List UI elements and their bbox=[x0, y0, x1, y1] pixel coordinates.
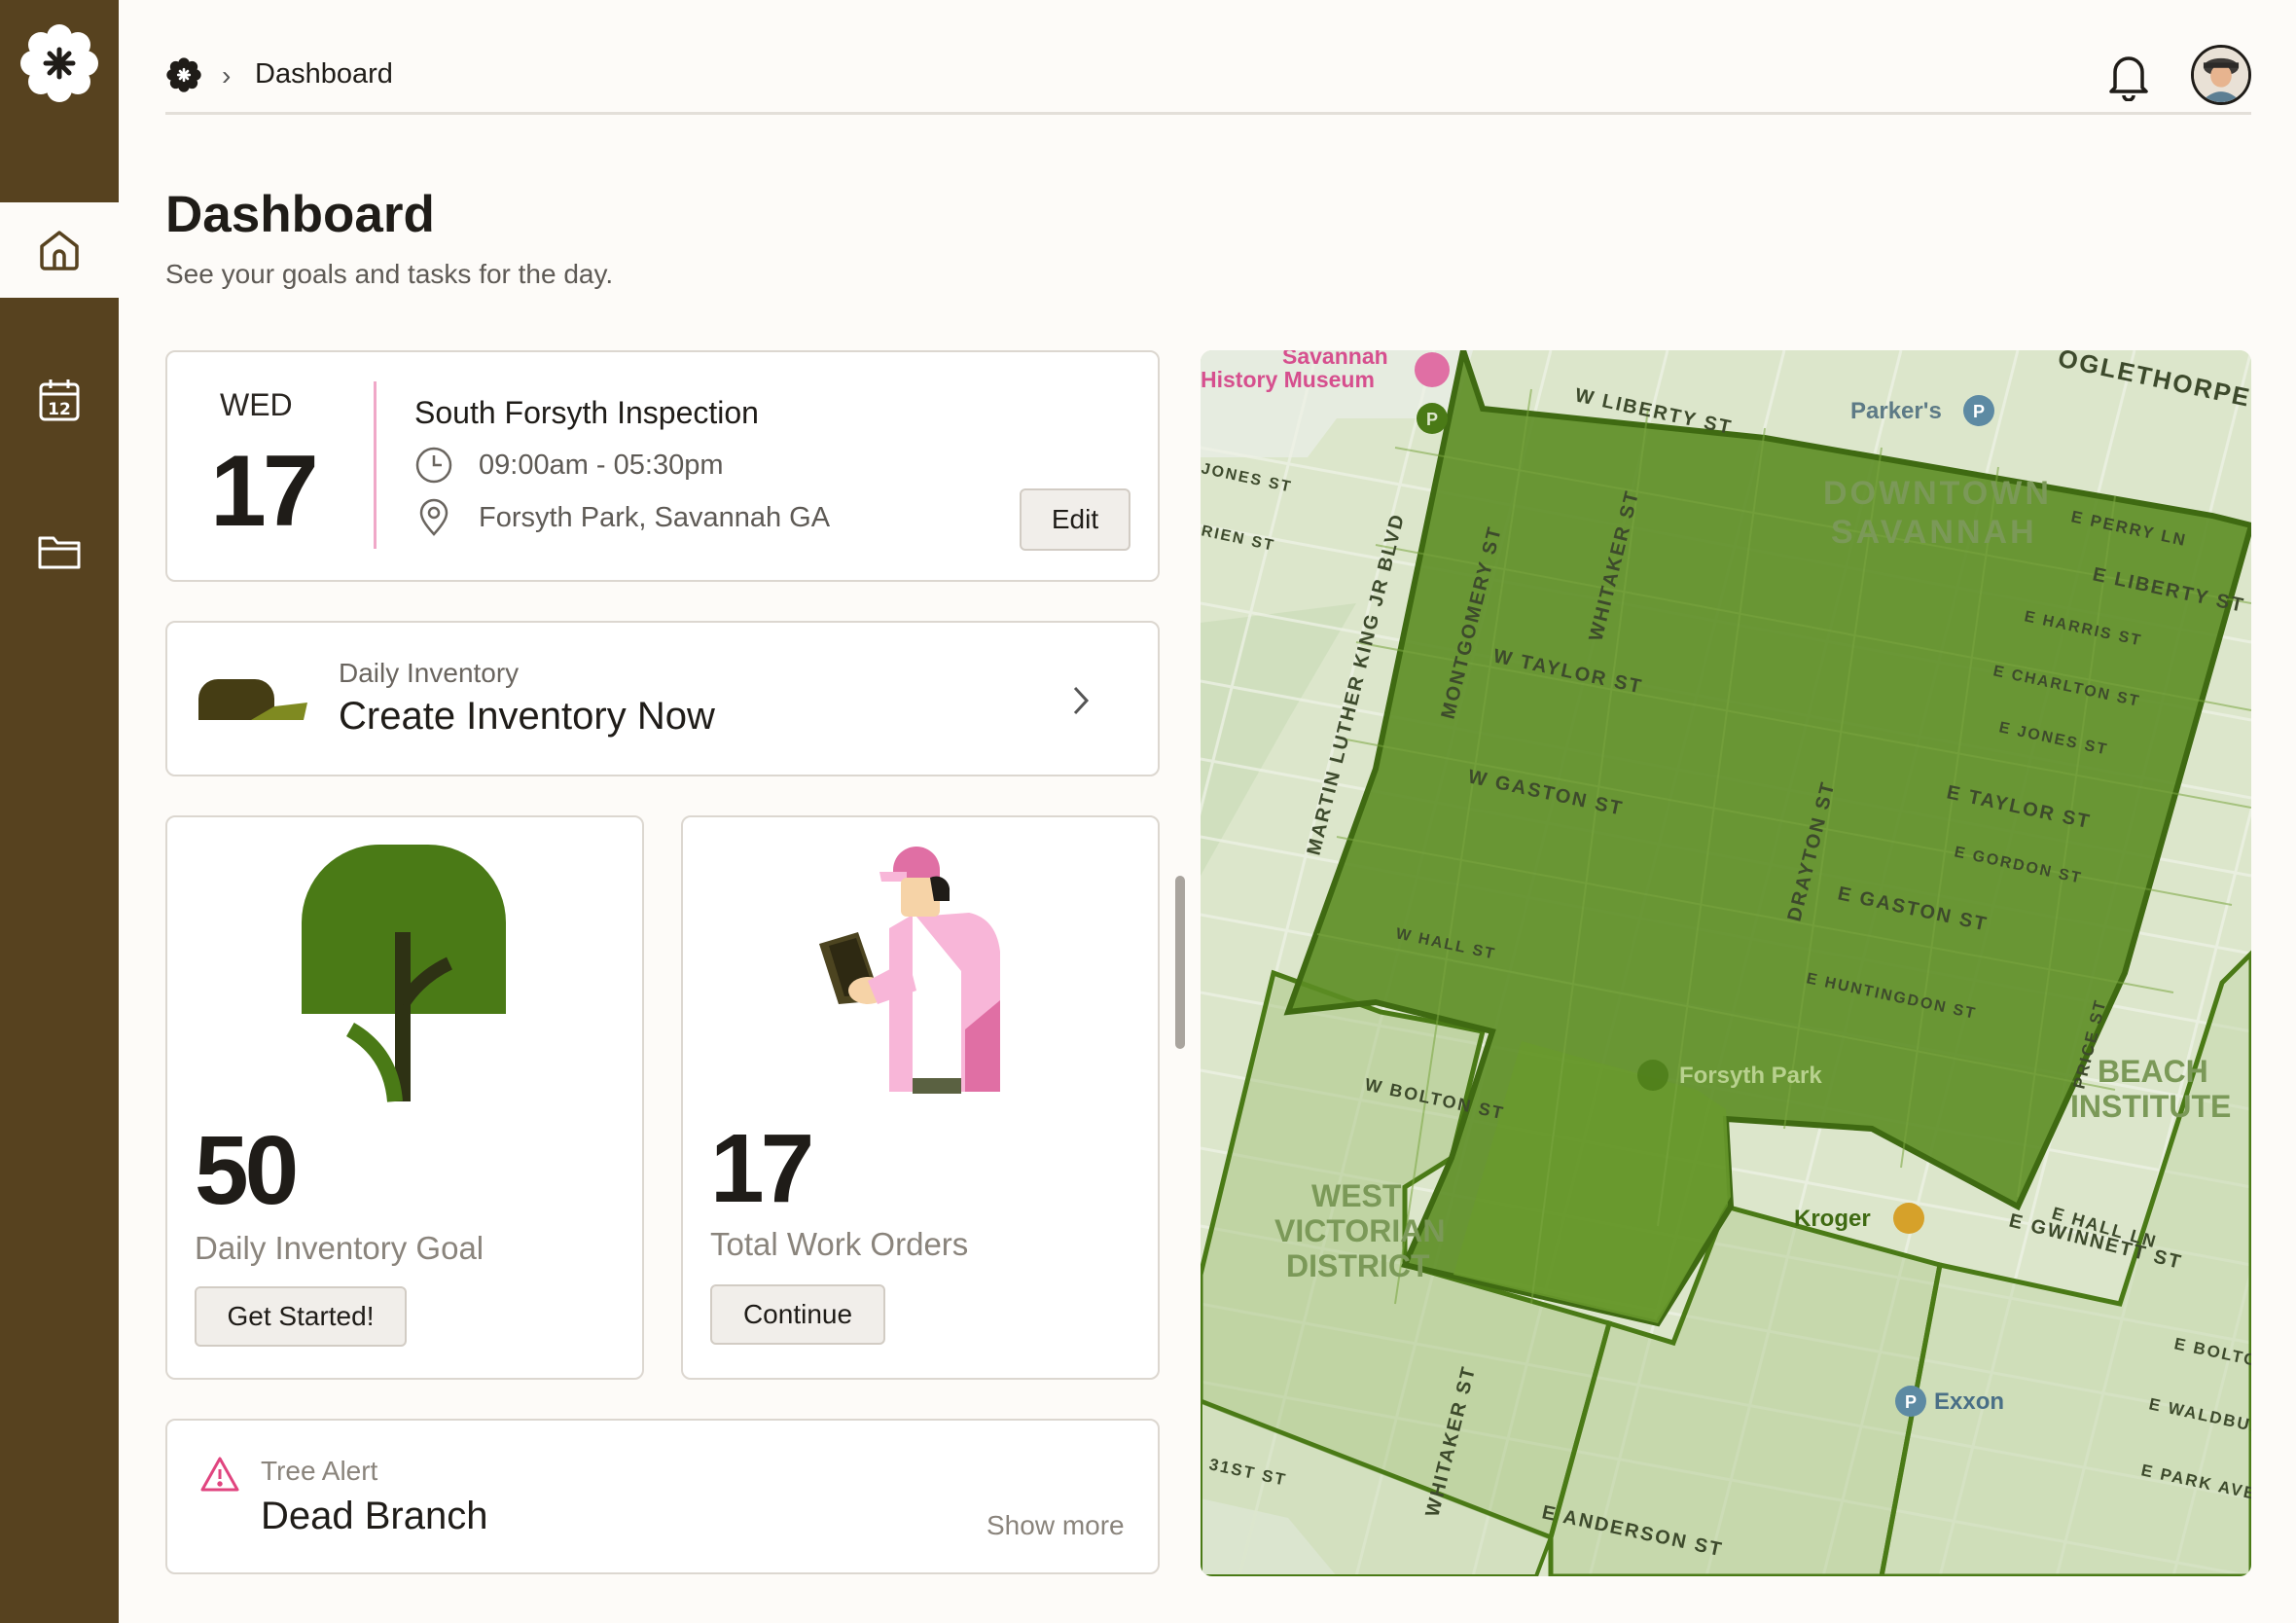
map-downtown-label: DOWNTOWN bbox=[1823, 475, 2052, 512]
map-kroger-label: Kroger bbox=[1794, 1206, 1871, 1232]
event-time: 09:00am - 05:30pm bbox=[479, 449, 724, 481]
home-icon bbox=[40, 231, 79, 270]
map-canvas[interactable]: P P P Savannah History Museum Parker's D… bbox=[1201, 350, 2251, 1576]
brand-logo-icon[interactable] bbox=[18, 21, 101, 105]
inventory-goal-card: 50 Daily Inventory Goal Get Started! bbox=[165, 815, 644, 1380]
inventory-title: Create Inventory Now bbox=[339, 695, 715, 738]
scrollbar[interactable] bbox=[1175, 876, 1185, 1049]
map-parkers-label: Parker's bbox=[1850, 398, 1942, 424]
work-orders-label: Total Work Orders bbox=[710, 1226, 969, 1262]
edit-button[interactable]: Edit bbox=[1020, 488, 1130, 551]
work-orders-card: 17 Total Work Orders Continue bbox=[681, 815, 1160, 1380]
top-header: › Dashboard bbox=[165, 0, 2251, 115]
work-orders-value: 17 bbox=[710, 1114, 814, 1223]
event-card[interactable]: WED 17 South Forsyth Inspection 09:00am … bbox=[165, 350, 1160, 582]
goal-value: 50 bbox=[195, 1116, 299, 1225]
map-museum-label-2: History Museum bbox=[1201, 367, 1375, 392]
map-beach-label-2: INSTITUTE bbox=[2070, 1089, 2231, 1124]
sidebar: 12 bbox=[0, 0, 119, 1623]
map-forsyth-label: Forsyth Park bbox=[1679, 1063, 1822, 1089]
sidebar-item-files[interactable] bbox=[0, 504, 119, 599]
brand-small-icon[interactable] bbox=[165, 56, 202, 93]
user-avatar[interactable] bbox=[2191, 45, 2251, 105]
inventory-label: Daily Inventory bbox=[339, 658, 520, 688]
event-title: South Forsyth Inspection bbox=[414, 395, 759, 430]
map-westvic-label-2: VICTORIAN bbox=[1274, 1213, 1445, 1248]
chevron-right-icon[interactable] bbox=[1066, 681, 1095, 720]
page-subtitle: See your goals and tasks for the day. bbox=[165, 259, 614, 289]
event-time-row: 09:00am - 05:30pm bbox=[414, 446, 723, 485]
show-more-link[interactable]: Show more bbox=[987, 1510, 1125, 1541]
svg-text:P: P bbox=[1973, 402, 1985, 421]
event-date: 17 bbox=[210, 435, 319, 548]
clock-icon bbox=[415, 447, 452, 484]
breadcrumb-current[interactable]: Dashboard bbox=[255, 58, 393, 90]
sidebar-item-home[interactable] bbox=[0, 202, 119, 298]
sidebar-item-calendar[interactable]: 12 bbox=[0, 352, 119, 448]
warning-icon bbox=[200, 1457, 239, 1492]
map-westvic-label: WEST bbox=[1311, 1178, 1402, 1213]
location-pin-icon bbox=[419, 498, 448, 536]
event-divider bbox=[374, 381, 377, 549]
bell-icon[interactable] bbox=[2105, 51, 2152, 101]
svg-text:P: P bbox=[1426, 410, 1438, 429]
inventory-cap-icon bbox=[198, 679, 307, 720]
worker-tablet-icon bbox=[819, 847, 1000, 1094]
chevron-right-icon: › bbox=[222, 60, 232, 90]
map-view[interactable]: P P P Savannah History Museum Parker's D… bbox=[1201, 350, 2251, 1576]
map-beach-label: BEACH bbox=[2098, 1054, 2208, 1089]
folder-icon bbox=[38, 536, 81, 569]
page-title: Dashboard bbox=[165, 186, 435, 243]
alert-title: Dead Branch bbox=[261, 1495, 488, 1537]
goal-label: Daily Inventory Goal bbox=[195, 1230, 484, 1266]
map-westvic-label-3: DISTRICT bbox=[1286, 1248, 1430, 1283]
svg-text:P: P bbox=[1905, 1392, 1917, 1412]
continue-button[interactable]: Continue bbox=[710, 1284, 885, 1345]
alert-label: Tree Alert bbox=[261, 1456, 378, 1486]
event-location: Forsyth Park, Savannah GA bbox=[479, 501, 831, 533]
avatar-icon bbox=[2194, 48, 2248, 102]
map-downtown-label-2: SAVANNAH bbox=[1831, 514, 2037, 551]
event-location-row: Forsyth Park, Savannah GA bbox=[414, 498, 830, 537]
tree-icon bbox=[302, 845, 506, 1102]
inventory-card[interactable]: Daily Inventory Create Inventory Now bbox=[165, 621, 1160, 776]
tree-alert-card[interactable]: Tree Alert Dead Branch Show more bbox=[165, 1419, 1160, 1574]
calendar-icon: 12 bbox=[39, 379, 80, 421]
get-started-button[interactable]: Get Started! bbox=[195, 1286, 407, 1347]
svg-text:12: 12 bbox=[48, 400, 71, 419]
event-day: WED bbox=[220, 387, 293, 422]
map-exxon-label: Exxon bbox=[1934, 1389, 2004, 1415]
